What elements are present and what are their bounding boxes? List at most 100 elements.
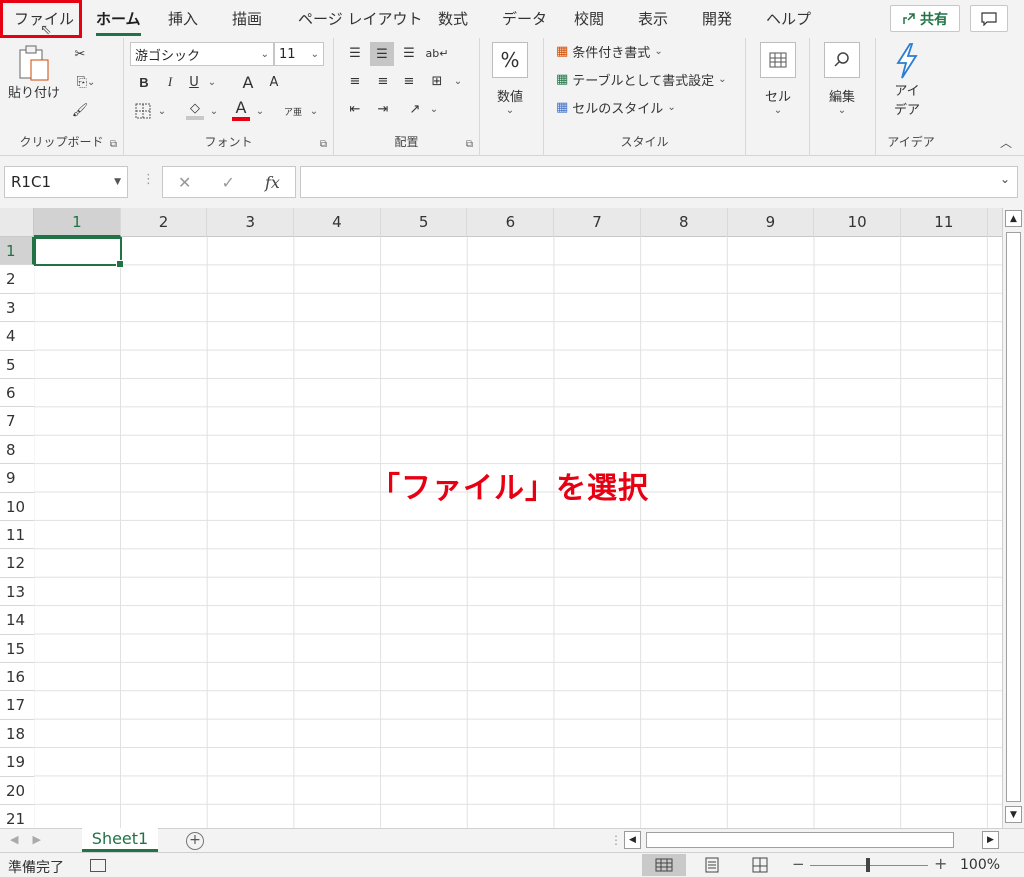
expand-formula-icon[interactable]: ⌄ [1000,172,1010,186]
zoom-level[interactable]: 100% [960,857,1000,873]
page-layout-view-button[interactable] [690,854,734,876]
format-as-table-button[interactable]: ▦ テーブルとして書式設定 ⌄ [556,70,727,89]
row-header[interactable]: 10 [0,493,34,521]
wrap-text-icon[interactable]: ab↵ [426,42,449,64]
shrink-font-button[interactable]: A [264,72,284,92]
row-header[interactable]: 21 [0,805,34,828]
phonetic-guide-button[interactable]: ア亜 [280,100,306,122]
row-header[interactable]: 13 [0,578,34,607]
comments-button[interactable] [970,5,1008,32]
row-header[interactable]: 6 [0,379,34,408]
orientation-icon[interactable]: ↗ [404,98,426,120]
row-header[interactable]: 15 [0,635,34,663]
tab-review[interactable]: 校閲 [574,6,604,32]
column-header[interactable]: 2 [121,208,208,237]
format-painter-icon[interactable]: 🖌 [70,100,90,120]
scroll-left-icon[interactable]: ◀ [624,831,641,849]
tab-formulas[interactable]: 数式 [438,6,468,32]
column-header[interactable]: 5 [381,208,468,237]
phonetic-dropdown-icon[interactable]: ⌄ [308,100,320,122]
fill-color-dropdown-icon[interactable]: ⌄ [208,100,220,122]
column-header[interactable]: 11 [901,208,988,237]
split-handle-icon[interactable]: ⋮ [610,833,622,847]
macro-record-icon[interactable] [90,859,106,872]
font-name-select[interactable]: 游ゴシック ⌄ [130,42,274,66]
enter-icon[interactable]: ✓ [222,173,235,192]
tab-view[interactable]: 表示 [638,6,668,32]
decrease-indent-icon[interactable]: ⇤ [344,98,366,120]
row-header[interactable]: 9 [0,464,34,493]
zoom-slider-thumb[interactable] [866,858,870,872]
vertical-scroll-thumb[interactable] [1006,232,1021,802]
zoom-out-icon[interactable]: − [792,855,805,873]
row-header[interactable]: 5 [0,351,34,379]
column-header[interactable]: 3 [207,208,295,237]
row-header[interactable]: 3 [0,294,34,323]
row-header[interactable]: 16 [0,663,34,692]
increase-indent-icon[interactable]: ⇥ [372,98,394,120]
horizontal-scroll-thumb[interactable] [646,832,954,848]
share-button[interactable]: 共有 [890,5,960,32]
row-header[interactable]: 7 [0,407,34,436]
column-header[interactable]: 7 [554,208,641,237]
font-size-select[interactable]: 11 ⌄ [274,42,324,66]
active-cell[interactable] [34,237,124,268]
row-header[interactable]: 17 [0,691,34,720]
add-sheet-icon[interactable]: + [186,832,204,850]
drag-handle-icon[interactable]: ⋮ [142,172,155,187]
cell-area[interactable] [34,237,1002,828]
scroll-down-icon[interactable]: ▼ [1005,806,1022,823]
font-launcher-icon[interactable]: ⧉ [320,139,327,150]
tab-insert[interactable]: 挿入 [168,6,198,32]
row-header[interactable]: 14 [0,606,34,635]
align-top-icon[interactable]: ☰ [344,42,366,64]
zoom-in-icon[interactable]: + [934,854,947,873]
orientation-dropdown-icon[interactable]: ⌄ [428,98,440,120]
column-header[interactable]: 8 [641,208,728,237]
scroll-up-icon[interactable]: ▲ [1005,210,1022,227]
column-header[interactable]: 9 [728,208,815,237]
ideas-button[interactable]: アイ デア [892,42,922,118]
number-format-button[interactable]: % 数値 ⌄ [492,42,528,116]
column-header[interactable]: 1 [34,208,121,237]
name-box[interactable]: R1C1 ▼ [4,166,128,198]
font-color-button[interactable]: A [230,96,252,122]
row-header[interactable]: 1 [0,237,34,266]
bold-button[interactable]: B [134,72,154,92]
sheet-tab[interactable]: Sheet1 [82,828,158,852]
row-header[interactable]: 19 [0,748,34,777]
editing-button[interactable]: 編集 ⌄ [824,42,860,116]
vertical-scrollbar[interactable]: ▲ ▼ [1002,208,1024,828]
cancel-icon[interactable]: ✕ [178,173,191,192]
conditional-formatting-button[interactable]: ▦ 条件付き書式 ⌄ [556,42,663,61]
column-header[interactable]: 4 [294,208,381,237]
worksheet-grid[interactable]: 1 2 3 4 5 6 7 8 9 10 11 1 2 3 4 5 6 7 8 9 10 11 12 13 14 15 16 17 1… [0,208,1002,828]
page-break-view-button[interactable] [738,854,782,876]
select-all-corner[interactable] [0,208,34,237]
tab-home[interactable]: ホーム [96,6,141,36]
underline-button[interactable]: U [184,72,204,92]
merge-center-icon[interactable]: ⊞ [426,70,448,92]
scroll-right-icon[interactable]: ▶ [982,831,999,849]
underline-dropdown-icon[interactable]: ⌄ [206,72,218,92]
tab-developer[interactable]: 開発 [702,6,732,32]
row-header[interactable]: 11 [0,521,34,550]
align-bottom-icon[interactable]: ☰ [398,42,420,64]
align-center-icon[interactable]: ≡ [372,70,394,92]
tab-data[interactable]: データ [502,6,547,32]
formula-input[interactable] [300,166,1018,198]
tab-help[interactable]: ヘルプ [766,6,811,32]
sheet-nav-arrows-icon[interactable]: ◀▶ [10,833,55,846]
clipboard-launcher-icon[interactable]: ⧉ [110,139,117,150]
tab-page-layout[interactable]: ページ レイアウト [298,6,422,32]
row-header[interactable]: 4 [0,322,34,351]
row-header[interactable]: 8 [0,436,34,465]
row-header[interactable]: 18 [0,720,34,749]
normal-view-button[interactable] [642,854,686,876]
align-middle-icon[interactable]: ☰ [370,42,394,66]
border-dropdown-icon[interactable]: ⌄ [156,100,168,122]
row-header[interactable]: 2 [0,265,34,294]
fill-color-icon[interactable]: ◇ [184,98,206,122]
paste-button[interactable]: 貼り付け [8,44,60,101]
horizontal-scrollbar[interactable]: ◀ ▶ [624,831,1002,850]
